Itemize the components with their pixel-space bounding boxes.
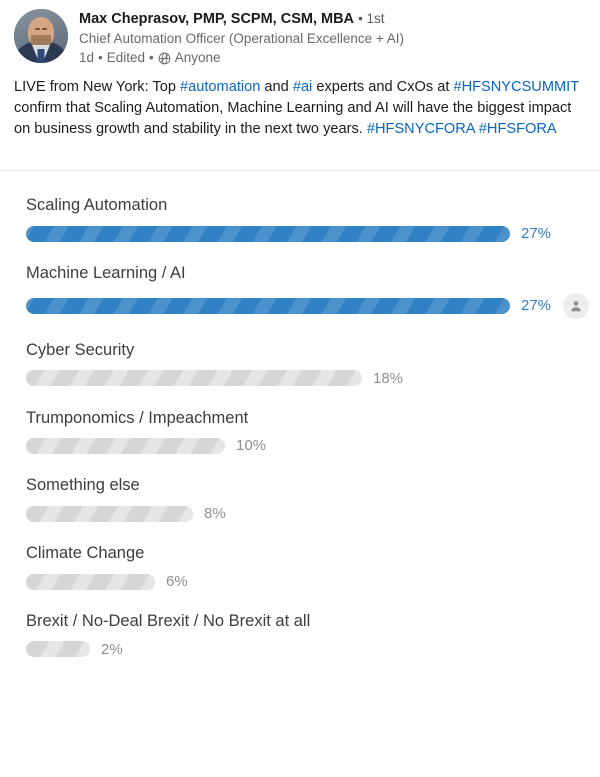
- globe-icon: [158, 52, 171, 65]
- hashtag-automation[interactable]: #automation: [180, 79, 260, 95]
- poll-results: Scaling Automation 27% Machine Learning / …: [0, 171, 600, 658]
- avatar-tie: [37, 49, 45, 63]
- poll-option-row[interactable]: Something else 8%: [26, 476, 600, 522]
- poll-option-row[interactable]: Climate Change 6%: [26, 544, 600, 590]
- poll-option-bar-line: 10%: [26, 437, 600, 454]
- meta-separator-2: •: [149, 49, 154, 65]
- poll-option-bar-line: 27%: [26, 292, 600, 319]
- poll-option-row[interactable]: Trumponomics / Impeachment 10%: [26, 408, 600, 454]
- hashtag-hfsfora[interactable]: #HFSFORA: [479, 121, 557, 137]
- poll-option-bar-line: 18%: [26, 370, 600, 387]
- poll-option-bar: [26, 225, 510, 242]
- poll-option-percent: 10%: [236, 437, 267, 455]
- avatar-brow-right: [42, 28, 47, 30]
- poll-option-bar: [26, 370, 362, 387]
- poll-option-bar: [26, 437, 225, 454]
- poll-option-bar: [26, 297, 510, 314]
- author-headline: Chief Automation Officer (Operational Ex…: [79, 31, 405, 47]
- poll-option-label: Climate Change: [26, 544, 145, 563]
- author-degree: • 1st: [358, 11, 385, 26]
- poll-option-bar-line: 8%: [26, 505, 600, 522]
- poll-option-bar: [26, 573, 155, 590]
- voter-avatar[interactable]: [563, 292, 590, 319]
- poll-option-label: Trumponomics / Impeachment: [26, 408, 249, 427]
- author-line: Max Cheprasov, PMP, SCPM, CSM, MBA • 1st: [79, 10, 404, 29]
- poll-option-label: Cyber Security: [26, 340, 135, 359]
- post-body: LIVE from New York: Top #automation and …: [0, 67, 600, 140]
- poll-option-percent: 27%: [521, 297, 552, 315]
- post-text-2: and: [260, 78, 293, 95]
- poll-option-percent: 18%: [373, 369, 404, 387]
- poll-option-percent: 27%: [521, 225, 552, 243]
- person-icon: [571, 300, 581, 312]
- poll-option-label: Brexit / No-Deal Brexit / No Brexit at a…: [26, 612, 311, 630]
- poll-option-row[interactable]: Machine Learning / AI 27%: [26, 264, 600, 319]
- author-name[interactable]: Max Cheprasov, PMP, SCPM, CSM, MBA: [79, 11, 354, 27]
- hashtag-hfsnycfora[interactable]: #HFSNYCFORA: [367, 121, 475, 137]
- avatar-brow-left: [35, 28, 40, 30]
- meta-separator-1: •: [98, 49, 103, 65]
- poll-option-bar: [26, 641, 90, 658]
- post-header: Max Cheprasov, PMP, SCPM, CSM, MBA • 1st…: [0, 0, 600, 67]
- poll-option-percent: 6%: [166, 573, 188, 590]
- poll-option-bar-line: 2%: [26, 641, 600, 658]
- poll-option-bar-line: 6%: [26, 573, 600, 590]
- avatar[interactable]: [14, 9, 68, 63]
- post-text-3: experts and CxOs at: [312, 78, 454, 95]
- post-time: 1d: [79, 49, 95, 65]
- author-block: Max Cheprasov, PMP, SCPM, CSM, MBA • 1st…: [79, 9, 404, 67]
- poll-option-percent: 8%: [204, 505, 226, 523]
- hashtag-hfsnycsummit[interactable]: #HFSNYCSUMMIT: [453, 79, 578, 95]
- post-edited-label: Edited: [106, 49, 146, 65]
- poll-option-row[interactable]: Cyber Security 18%: [26, 341, 600, 387]
- poll-option-percent: 2%: [101, 640, 123, 658]
- poll-option-row[interactable]: Brexit / No-Deal Brexit / No Brexit at a…: [26, 612, 600, 658]
- poll-option-label: Scaling Automation: [26, 196, 168, 215]
- post-meta: 1d • Edited • Anyone: [79, 49, 404, 67]
- poll-option-bar-line: 27%: [26, 225, 600, 242]
- poll-option-row[interactable]: Scaling Automation 27%: [26, 196, 600, 242]
- poll-option-bar: [26, 505, 193, 522]
- poll-option-label: Machine Learning / AI: [26, 264, 186, 283]
- hashtag-ai[interactable]: #ai: [293, 79, 312, 95]
- post-text-1: LIVE from New York: Top: [14, 78, 181, 95]
- post-visibility: Anyone: [174, 49, 221, 65]
- poll-option-label: Something else: [26, 476, 140, 495]
